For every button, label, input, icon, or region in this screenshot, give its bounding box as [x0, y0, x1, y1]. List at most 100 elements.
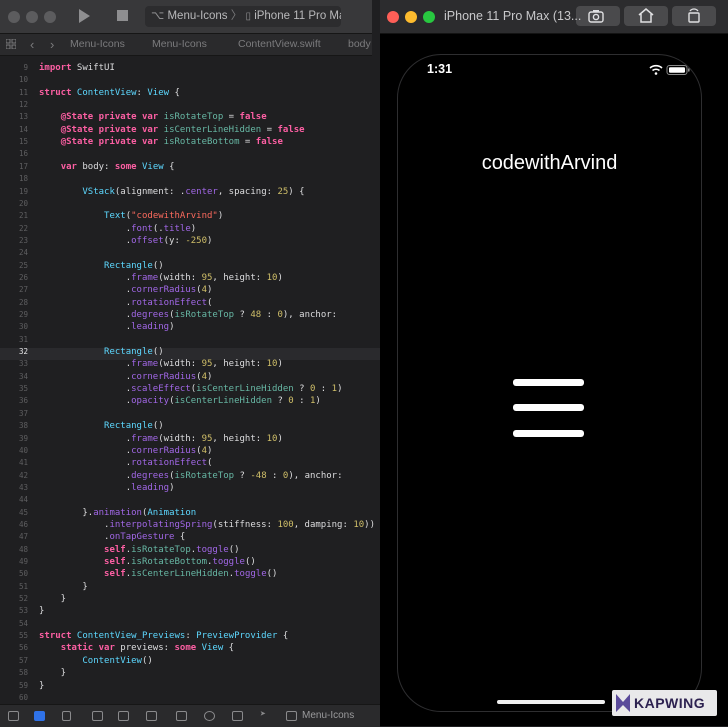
code-line[interactable]: 45 }.animation(Animation — [0, 507, 380, 519]
code-line[interactable]: 30 .leading) — [0, 321, 380, 333]
code-line[interactable]: 23 .offset(y: -250) — [0, 235, 380, 247]
code-line[interactable]: 35 .scaleEffect(isCenterLineHidden ? 0 :… — [0, 383, 380, 395]
code-line[interactable]: 12 — [0, 99, 380, 111]
environment-overrides-icon[interactable] — [232, 711, 243, 721]
code-line[interactable]: 27 .cornerRadius(4) — [0, 284, 380, 296]
step-in-icon[interactable] — [118, 711, 129, 721]
code-line[interactable]: 52 } — [0, 593, 380, 605]
code-line[interactable]: 31 — [0, 334, 380, 346]
memory-graph-icon[interactable] — [204, 711, 215, 721]
code-line[interactable]: 42 .degrees(isRotateTop ? -48 : 0), anch… — [0, 470, 380, 482]
code-line[interactable]: 15 @State private var isRotateBottom = f… — [0, 136, 380, 148]
sim-close-button[interactable] — [387, 11, 399, 23]
code-line[interactable]: 34 .cornerRadius(4) — [0, 371, 380, 383]
code-line[interactable]: 60 — [0, 692, 380, 704]
menu-line-center[interactable] — [513, 404, 584, 411]
line-number: 55 — [18, 631, 28, 641]
code-token: , height: — [212, 272, 267, 283]
close-window-button[interactable] — [8, 11, 20, 23]
code-line[interactable]: 51 } — [0, 581, 380, 593]
code-editor[interactable]: 9 import SwiftUI 10 11 struct ContentView: V… — [0, 56, 380, 704]
code-line[interactable]: 25 Rectangle() — [0, 260, 380, 272]
line-number: 35 — [18, 384, 28, 394]
back-arrow-icon[interactable]: ‹ — [30, 34, 34, 55]
breadcrumb-group[interactable]: Menu-Icons — [152, 34, 207, 55]
code-line[interactable]: 21 Text("codewithArvind") — [0, 210, 380, 222]
code-line[interactable]: 39 .frame(width: 95, height: 10) — [0, 433, 380, 445]
pause-icon[interactable] — [62, 711, 71, 721]
code-token: some — [114, 161, 137, 172]
hide-debug-area-icon[interactable] — [8, 711, 19, 721]
breadcrumb-symbol[interactable]: body — [348, 34, 371, 55]
code-line[interactable]: 22 .font(.title) — [0, 223, 380, 235]
code-line[interactable]: 11 struct ContentView: View { — [0, 87, 380, 99]
code-line[interactable]: 46 .interpolatingSpring(stiffness: 100, … — [0, 519, 380, 531]
code-line[interactable]: 13 @State private var isRotateTop = fals… — [0, 111, 380, 123]
code-line[interactable]: 32 Rectangle() — [0, 346, 380, 358]
code-line[interactable]: 20 — [0, 198, 380, 210]
code-line[interactable]: 41 .rotationEffect( — [0, 457, 380, 469]
minimize-window-button[interactable] — [26, 11, 38, 23]
breakpoints-icon[interactable] — [34, 711, 45, 721]
code-token: -48 — [250, 470, 267, 481]
code-line[interactable]: 16 — [0, 148, 380, 160]
line-number: 46 — [18, 519, 28, 529]
code-line[interactable]: 44 — [0, 494, 380, 506]
code-line[interactable]: 53} — [0, 605, 380, 617]
code-line[interactable]: 26 .frame(width: 95, height: 10) — [0, 272, 380, 284]
code-line[interactable]: 59} — [0, 680, 380, 692]
code-line[interactable]: 54 — [0, 618, 380, 630]
code-token: () — [152, 260, 164, 271]
code-line[interactable]: 50 self.isCenterLineHidden.toggle() — [0, 568, 380, 580]
code-line[interactable]: 38 Rectangle() — [0, 420, 380, 432]
breadcrumb-project[interactable]: Menu-Icons — [70, 34, 125, 55]
code-line[interactable]: 14 @State private var isCenterLineHidden… — [0, 124, 380, 136]
code-line[interactable]: 28 .rotationEffect( — [0, 297, 380, 309]
sim-minimize-button[interactable] — [405, 11, 417, 23]
line-number: 9 — [23, 63, 28, 72]
code-line[interactable]: 17 var body: some View { — [0, 161, 380, 173]
location-icon[interactable]: ➤ — [260, 710, 271, 720]
code-token: } — [39, 594, 67, 605]
menu-line-bottom[interactable] — [513, 430, 584, 437]
code-line[interactable]: 19 VStack(alignment: .center, spacing: 2… — [0, 186, 380, 198]
code-line[interactable]: 49 self.isRotateBottom.toggle() — [0, 556, 380, 568]
code-line[interactable]: 43 .leading) — [0, 482, 380, 494]
home-indicator[interactable] — [497, 700, 605, 704]
code-line[interactable]: 47 .onTapGesture { — [0, 531, 380, 543]
code-line[interactable]: 40 .cornerRadius(4) — [0, 445, 380, 457]
zoom-window-button[interactable] — [44, 11, 56, 23]
menu-line-top[interactable] — [513, 379, 584, 386]
code-token: ContentView — [71, 87, 137, 98]
code-line[interactable]: 48 self.isRotateTop.toggle() — [0, 544, 380, 556]
code-line[interactable]: 29 .degrees(isRotateTop ? 48 : 0), ancho… — [0, 309, 380, 321]
code-token: { — [163, 161, 175, 172]
stop-icon[interactable] — [117, 10, 128, 21]
code-token: leading — [131, 482, 170, 493]
code-line[interactable]: 55 struct ContentView_Previews: PreviewPr… — [0, 630, 380, 642]
view-hierarchy-icon[interactable] — [176, 711, 187, 721]
forward-arrow-icon[interactable]: › — [50, 34, 54, 55]
code-line[interactable]: 56 static var previews: some View { — [0, 642, 380, 654]
sim-zoom-button[interactable] — [423, 11, 435, 23]
scheme-selector[interactable]: ⌥ Menu-Icons 〉 ▯ iPhone 11 Pro Max — [145, 6, 341, 27]
code-line[interactable]: 9 import SwiftUI — [0, 62, 380, 74]
code-line[interactable]: 24 — [0, 247, 380, 259]
code-token: some — [174, 643, 197, 654]
code-line[interactable]: 57 ContentView() — [0, 655, 380, 667]
code-line[interactable]: 10 — [0, 74, 380, 86]
grid-icon[interactable] — [6, 39, 16, 49]
code-line[interactable]: 36 .opacity(isCenterLineHidden ? 0 : 1) — [0, 395, 380, 407]
code-token: ) — [315, 396, 321, 407]
step-over-icon[interactable] — [92, 711, 103, 721]
breadcrumb-file[interactable]: ContentView.swift — [238, 34, 321, 55]
code-line[interactable]: 33 .frame(width: 95, height: 10) — [0, 358, 380, 370]
run-icon[interactable] — [79, 9, 90, 23]
code-line[interactable]: 37 — [0, 408, 380, 420]
code-line[interactable]: 18 — [0, 173, 380, 185]
code-line[interactable]: 58 } — [0, 667, 380, 679]
line-number: 13 — [18, 112, 28, 122]
line-number: 32 — [18, 347, 28, 357]
step-out-icon[interactable] — [146, 711, 157, 721]
